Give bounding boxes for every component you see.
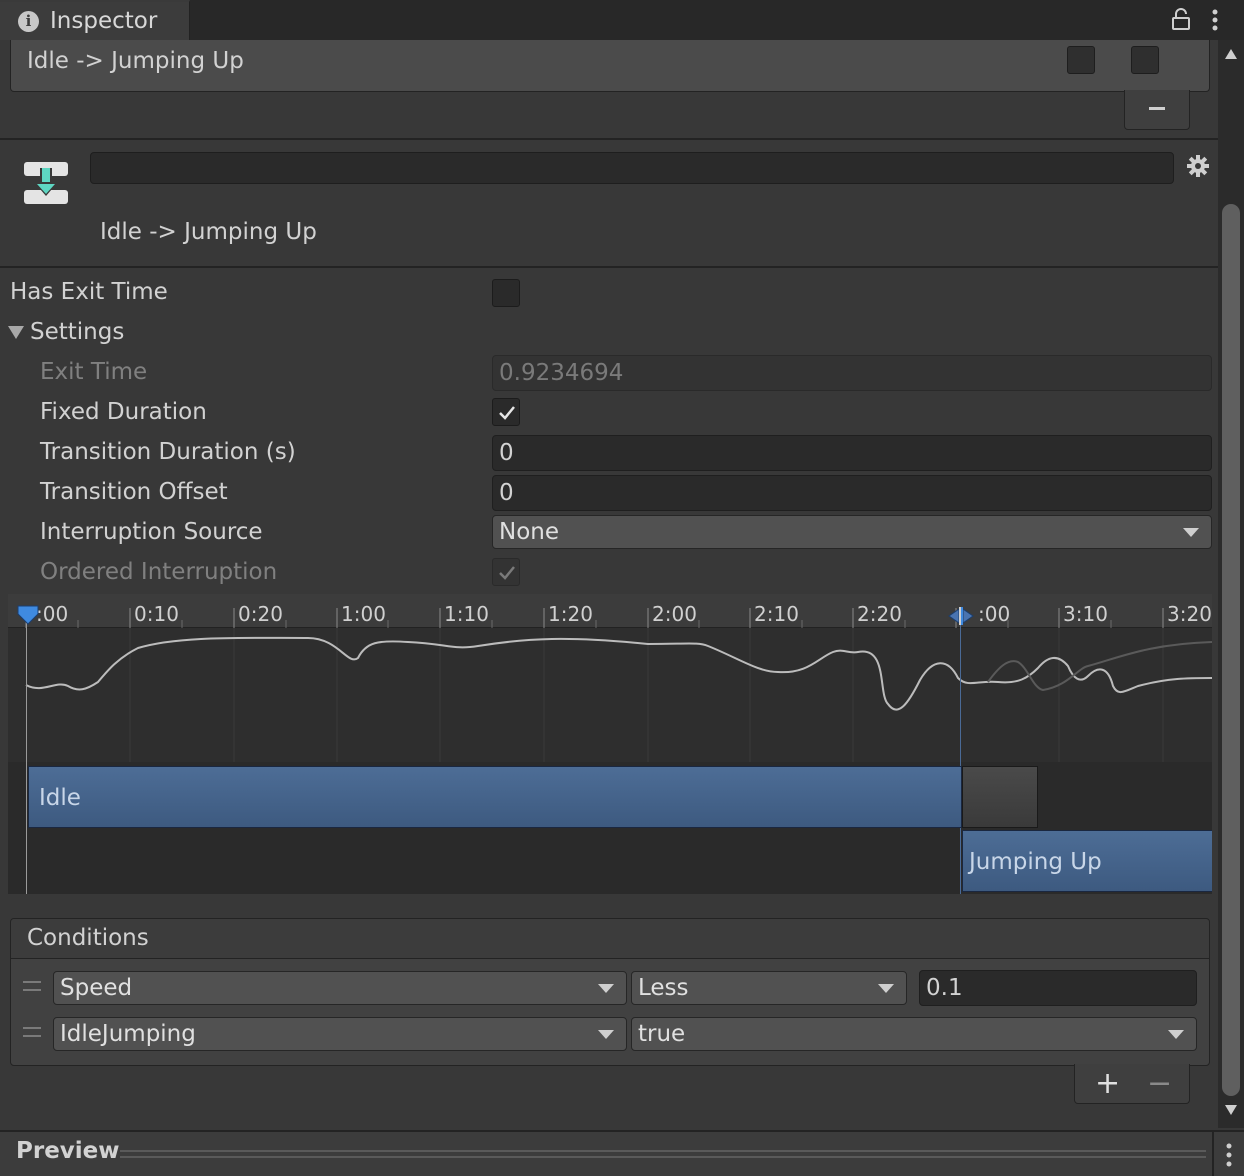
transition-duration-label: Transition Duration (s) <box>40 439 296 465</box>
transition-handles-icon[interactable] <box>943 606 979 626</box>
exit-time-label: Exit Time <box>40 359 148 385</box>
lock-icon[interactable] <box>1172 8 1190 30</box>
scrollbar-thumb[interactable] <box>1222 204 1240 1096</box>
tick-label: 1:20 <box>548 602 593 626</box>
foldout-arrow-icon[interactable] <box>8 324 24 340</box>
transition-name-field[interactable] <box>90 152 1174 184</box>
mute-checkbox[interactable] <box>1131 46 1159 74</box>
source-state-bar[interactable]: Idle <box>28 766 962 828</box>
condition-parameter-dropdown[interactable]: Speed <box>53 971 627 1005</box>
conditions-footer: + − <box>1074 1064 1190 1104</box>
scroll-down-arrow-icon[interactable] <box>1224 1104 1238 1116</box>
tick-label: 2:00 <box>652 602 697 626</box>
condition-threshold-field[interactable]: 0.1 <box>919 970 1197 1006</box>
destination-state-label: Jumping Up <box>969 849 1102 875</box>
source-state-label: Idle <box>39 785 81 811</box>
remove-condition-button[interactable]: − <box>1147 1066 1172 1101</box>
tick-label: 1:10 <box>444 602 489 626</box>
ordered-interruption-label: Ordered Interruption <box>40 559 278 585</box>
interruption-source-label: Interruption Source <box>40 519 263 545</box>
tick-label: 0:10 <box>134 602 179 626</box>
playhead-line <box>26 614 27 894</box>
tab-inspector[interactable]: i Inspector <box>0 0 190 40</box>
chevron-down-icon <box>598 984 614 993</box>
chevron-down-icon <box>598 1030 614 1039</box>
condition-mode-value: Less <box>638 975 689 1001</box>
transition-list: Idle -> Jumping Up <box>10 40 1210 92</box>
transition-start-line <box>960 614 961 894</box>
minus-icon <box>1149 107 1165 110</box>
condition-mode-dropdown[interactable]: Less <box>631 971 907 1005</box>
chevron-down-icon <box>878 984 894 993</box>
source-state-tail <box>962 766 1038 828</box>
tick-label: :00 <box>978 602 1011 626</box>
kebab-menu-icon[interactable] <box>1222 1142 1236 1168</box>
chevron-down-icon <box>1168 1030 1184 1039</box>
tick-label: 2:10 <box>754 602 799 626</box>
ordered-interruption-checkbox <box>492 558 520 586</box>
condition-value-dropdown[interactable]: true <box>631 1017 1197 1051</box>
gear-icon[interactable] <box>1186 154 1210 178</box>
tab-title: Inspector <box>50 8 158 34</box>
tick-label: 3:20 <box>1167 602 1212 626</box>
scroll-up-arrow-icon[interactable] <box>1224 48 1238 60</box>
solo-checkbox[interactable] <box>1067 46 1095 74</box>
transition-title: Idle -> Jumping Up <box>100 219 317 245</box>
playhead-marker-icon[interactable] <box>16 604 40 626</box>
remove-transition-button[interactable] <box>1124 90 1190 130</box>
animation-curve-preview <box>8 628 1212 762</box>
preview-panel[interactable]: Preview <box>0 1130 1244 1176</box>
settings-foldout[interactable]: Settings <box>30 319 124 345</box>
interruption-source-dropdown[interactable]: None <box>492 515 1212 549</box>
fixed-duration-label: Fixed Duration <box>40 399 207 425</box>
condition-parameter-value: IdleJumping <box>60 1021 196 1047</box>
transition-asset-icon <box>24 162 68 204</box>
tick-label: 2:20 <box>857 602 902 626</box>
tick-label: 1:00 <box>341 602 386 626</box>
timeline-ruler[interactable]: :00 0:10 0:20 1:00 1:10 1:20 2:00 2:10 2… <box>8 594 1212 628</box>
transition-offset-field[interactable]: 0 <box>492 475 1212 511</box>
divider <box>0 266 1218 268</box>
tick-label: 0:20 <box>238 602 283 626</box>
preview-title: Preview <box>16 1138 120 1164</box>
kebab-menu-icon[interactable] <box>1208 8 1222 32</box>
conditions-header: Conditions <box>11 919 1209 959</box>
resize-grip[interactable] <box>120 1150 1206 1158</box>
divider <box>0 138 1218 140</box>
has-exit-time-checkbox[interactable] <box>492 279 520 307</box>
condition-parameter-value: Speed <box>60 975 133 1001</box>
checkmark-icon <box>499 566 515 580</box>
curve-graph <box>25 628 1212 762</box>
condition-value: true <box>638 1021 686 1047</box>
conditions-title: Conditions <box>27 925 149 951</box>
transition-duration-field[interactable]: 0 <box>492 435 1212 471</box>
divider <box>1212 1132 1214 1176</box>
conditions-list: Conditions Speed Less 0.1 IdleJumping tr… <box>10 918 1210 1066</box>
tick-label: 3:10 <box>1063 602 1108 626</box>
condition-parameter-dropdown[interactable]: IdleJumping <box>53 1017 627 1051</box>
fixed-duration-checkbox[interactable] <box>492 398 520 426</box>
ruler-ticks <box>25 608 1164 628</box>
chevron-down-icon <box>1183 528 1199 537</box>
add-condition-button[interactable]: + <box>1095 1066 1120 1101</box>
checkmark-icon <box>499 406 515 420</box>
drag-handle-icon[interactable] <box>23 981 41 991</box>
transition-list-item-label[interactable]: Idle -> Jumping Up <box>27 48 244 74</box>
transition-offset-label: Transition Offset <box>40 479 228 505</box>
drag-handle-icon[interactable] <box>23 1027 41 1037</box>
exit-time-field: 0.9234694 <box>492 355 1212 391</box>
destination-state-bar[interactable]: Jumping Up <box>962 830 1212 892</box>
transition-timeline[interactable]: :00 0:10 0:20 1:00 1:10 1:20 2:00 2:10 2… <box>8 594 1212 894</box>
info-icon: i <box>18 11 39 32</box>
has-exit-time-label: Has Exit Time <box>10 279 168 305</box>
interruption-source-value: None <box>499 519 560 545</box>
tick-label: :00 <box>36 602 69 626</box>
